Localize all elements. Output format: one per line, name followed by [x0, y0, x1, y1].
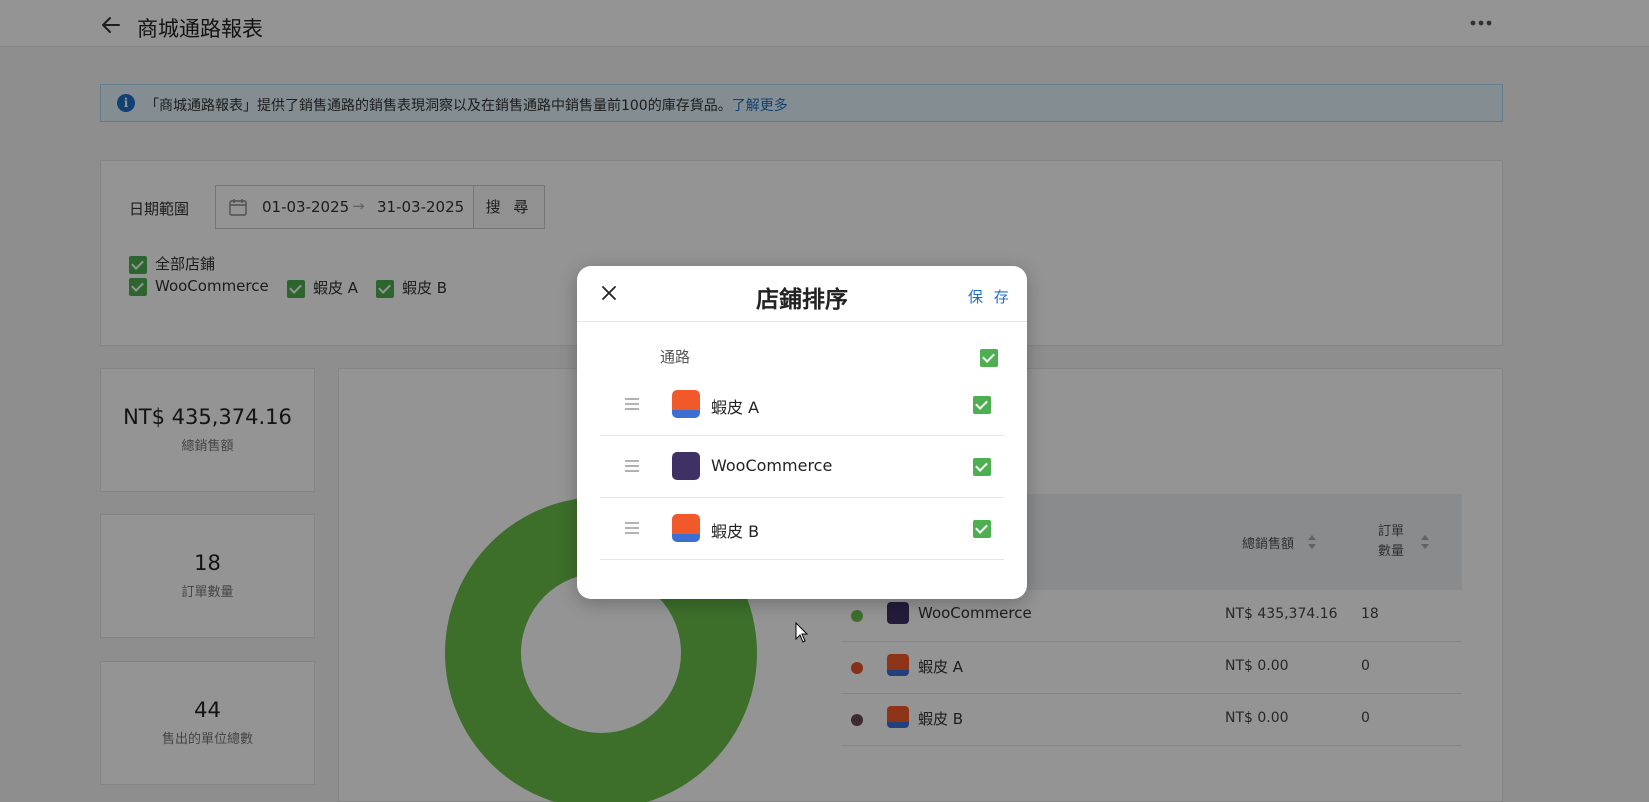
store-name: 蝦皮 B	[711, 522, 760, 541]
report-page: 商城通路報表 i 「商城通路報表」提供了銷售通路的銷售表現洞察以及在銷售通路中銷…	[0, 0, 1649, 802]
sortable-store-row[interactable]: WooCommerce	[600, 436, 1004, 498]
woocommerce-logo-icon	[672, 452, 700, 480]
store-name: 蝦皮 A	[711, 398, 760, 417]
store-checkbox[interactable]	[973, 520, 991, 538]
channel-column-label: 通路	[660, 348, 691, 366]
sortable-store-row[interactable]: 蝦皮 A	[600, 374, 1004, 436]
select-all-checkbox[interactable]	[980, 349, 998, 367]
store-checkbox[interactable]	[973, 458, 991, 476]
save-button[interactable]: 保 存	[968, 286, 1012, 307]
drag-handle-icon[interactable]	[624, 458, 640, 474]
store-order-modal: 店鋪排序 保 存 通路 蝦皮 A WooCommerce 蝦皮 B	[577, 266, 1027, 599]
drag-handle-icon[interactable]	[624, 396, 640, 412]
store-name: WooCommerce	[711, 456, 833, 475]
divider	[577, 321, 1027, 322]
shopee-logo-icon	[672, 390, 700, 418]
store-checkbox[interactable]	[973, 396, 991, 414]
drag-handle-icon[interactable]	[624, 520, 640, 536]
shopee-logo-icon	[672, 514, 700, 542]
modal-title: 店鋪排序	[756, 287, 848, 313]
sortable-store-row[interactable]: 蝦皮 B	[600, 498, 1004, 560]
mouse-cursor-icon	[795, 622, 809, 643]
